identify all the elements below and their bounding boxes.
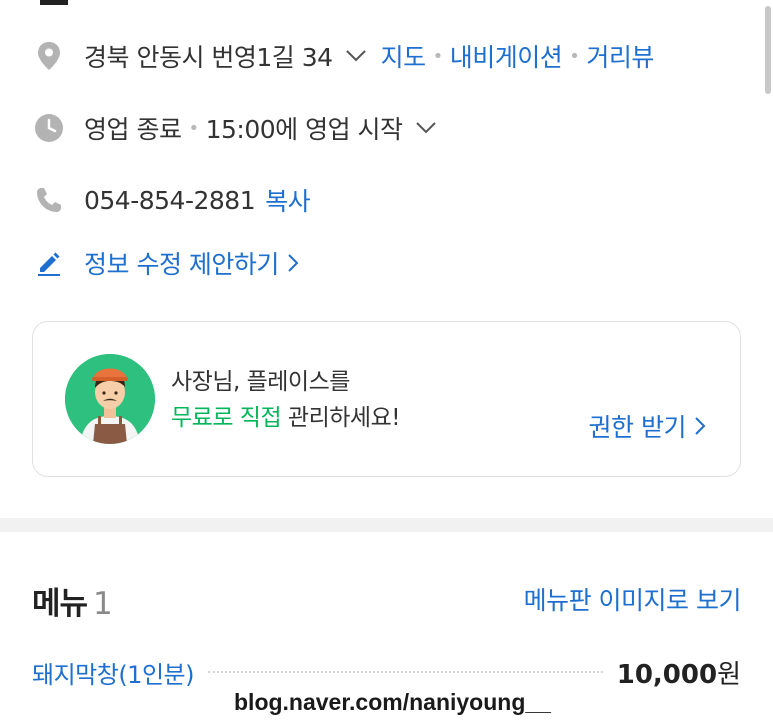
navigation-link[interactable]: 내비게이션: [450, 38, 563, 74]
dotted-leader: [207, 671, 603, 673]
phone-number[interactable]: 054-854-2881: [84, 186, 256, 215]
suggest-edit-row[interactable]: 정보 수정 제안하기: [34, 245, 299, 281]
section-divider: [0, 518, 773, 532]
menu-count: 1: [93, 586, 113, 622]
owner-card-message: 사장님, 플레이스를 무료로 직접 관리하세요!: [171, 364, 400, 436]
menu-title-text: 메뉴: [32, 586, 88, 622]
claim-permission-label[interactable]: 권한 받기: [589, 408, 687, 444]
chevron-right-icon: [694, 416, 706, 436]
menu-section-title: 메뉴 1: [32, 578, 113, 623]
address-expand-chevron-icon[interactable]: [345, 49, 367, 63]
separator-dot: •: [432, 45, 444, 67]
copy-phone-button[interactable]: 복사: [265, 182, 311, 218]
price-value: 10,000: [616, 659, 718, 690]
menu-image-view-link[interactable]: 메뉴판 이미지로 보기: [524, 581, 742, 617]
menu-item-price: 10,000원: [617, 654, 741, 691]
suggest-edit-link[interactable]: 정보 수정 제안하기: [84, 245, 279, 281]
claim-permission-link[interactable]: 권한 받기: [589, 408, 706, 444]
menu-item[interactable]: 돼지막창(1인분) 10,000원: [32, 654, 741, 691]
next-open-time: 15:00에 영업 시작: [205, 115, 403, 144]
price-unit: 원: [717, 659, 741, 690]
scrollbar[interactable]: [761, 0, 773, 100]
phone-icon: [34, 185, 64, 215]
owner-card-line2: 무료로 직접 관리하세요!: [171, 400, 400, 436]
chevron-right-icon: [287, 253, 299, 273]
separator-dot: •: [188, 117, 199, 139]
map-pin-icon: [34, 41, 64, 71]
address-row: 경북 안동시 번영1길 34 지도 • 내비게이션 • 거리뷰: [34, 38, 654, 74]
phone-row: 054-854-2881 복사: [34, 182, 311, 218]
owner-claim-card[interactable]: 사장님, 플레이스를 무료로 직접 관리하세요! 권한 받기: [32, 321, 741, 477]
clock-icon: [34, 113, 64, 143]
owner-card-line1: 사장님, 플레이스를: [171, 369, 350, 395]
owner-avatar-illustration: [65, 354, 155, 444]
hours-row: 영업 종료 • 15:00에 영업 시작: [34, 110, 437, 146]
address-text: 경북 안동시 번영1길 34: [84, 43, 333, 72]
blog-watermark: blog.naver.com/naniyoung__: [230, 689, 555, 716]
business-status: 영업 종료: [84, 115, 182, 144]
separator-dot: •: [569, 45, 580, 67]
top-cut-element: [40, 0, 68, 5]
pencil-icon: [34, 248, 64, 278]
scrollbar-thumb[interactable]: [765, 6, 771, 94]
hours-expand-chevron-icon[interactable]: [415, 121, 437, 135]
street-view-link[interactable]: 거리뷰: [586, 38, 654, 74]
menu-item-name[interactable]: 돼지막창(1인분): [32, 655, 194, 690]
owner-card-line2-rest: 관리하세요!: [281, 405, 401, 431]
map-link[interactable]: 지도: [381, 38, 427, 74]
owner-card-highlight: 무료로 직접: [171, 405, 282, 431]
